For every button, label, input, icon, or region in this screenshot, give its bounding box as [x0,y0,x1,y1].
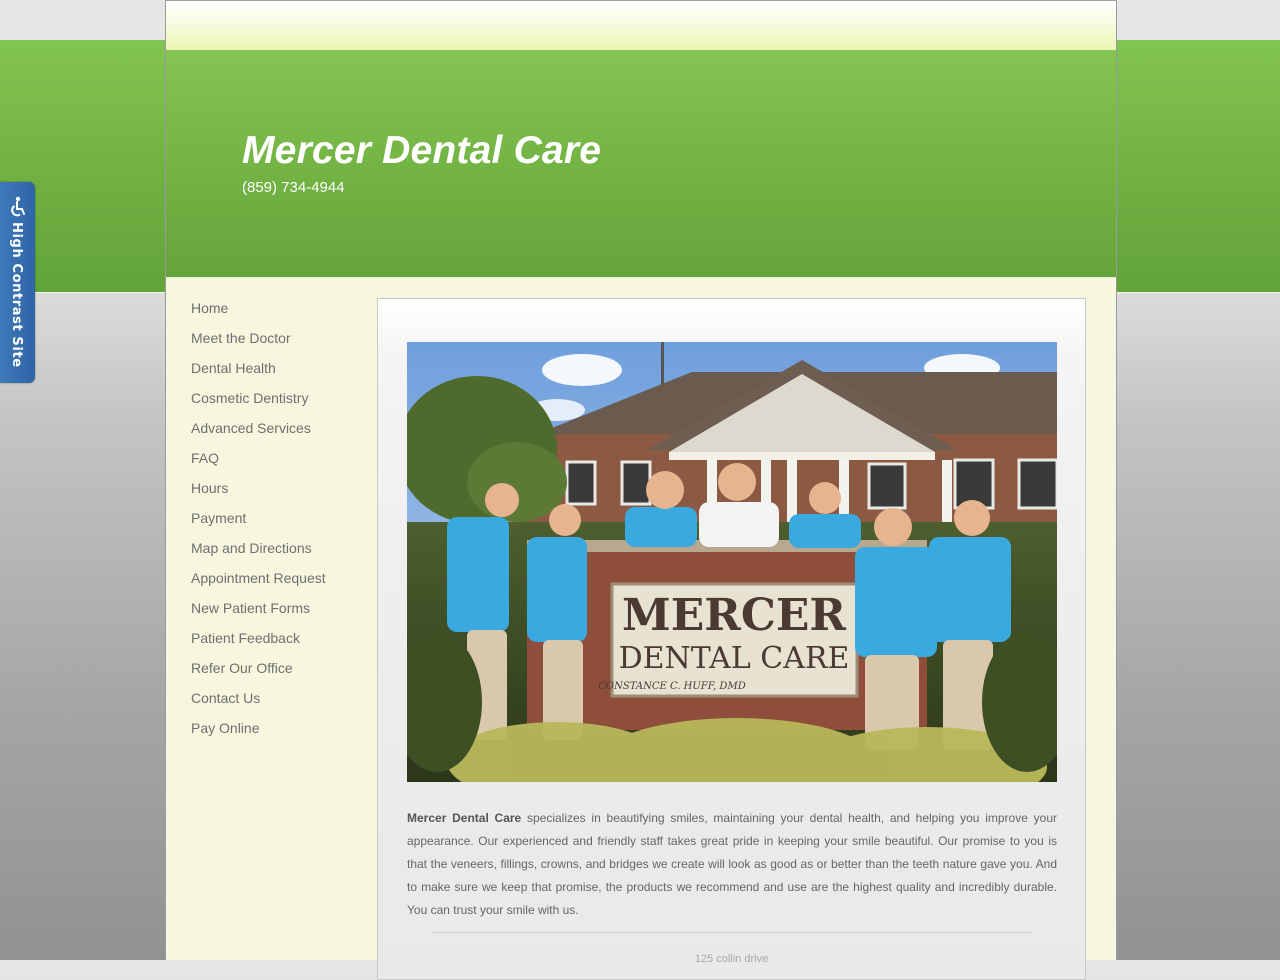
nav-link-new-patient-forms[interactable]: New Patient Forms [191,598,361,618]
sign-text-dental-care: DENTAL CARE [619,641,850,676]
nav-link-meet-the-doctor[interactable]: Meet the Doctor [191,328,361,348]
nav-item-faq: FAQ [191,448,361,478]
nav-link-cosmetic-dentistry[interactable]: Cosmetic Dentistry [191,388,361,408]
nav-link-hours[interactable]: Hours [191,478,361,498]
nav-item-payment: Payment [191,508,361,538]
wheelchair-icon [11,196,25,217]
nav-link-payment[interactable]: Payment [191,508,361,528]
nav-item-patient-feedback: Patient Feedback [191,628,361,658]
intro-lead: Mercer Dental Care [407,811,522,825]
page-container: Mercer Dental Care (859) 734-4944 Home M… [165,0,1117,980]
nav-item-appointment-request: Appointment Request [191,568,361,598]
site-header: Mercer Dental Care (859) 734-4944 [166,50,1116,278]
staff-photo-illustration: MERCER DENTAL CARE CONSTANCE C. HUFF, DM… [407,342,1057,782]
phone-number: (859) 734-4944 [242,179,345,196]
nav-link-faq[interactable]: FAQ [191,448,361,468]
nav-link-appointment-request[interactable]: Appointment Request [191,568,361,588]
sign-text-doctor: CONSTANCE C. HUFF, DMD [598,681,745,692]
main-navigation: Home Meet the Doctor Dental Health Cosme… [191,298,361,748]
header-top-bar [166,0,1116,51]
nav-item-refer-our-office: Refer Our Office [191,658,361,688]
intro-body: specializes in beautifying smiles, maint… [407,811,1057,917]
staff-photo: MERCER DENTAL CARE CONSTANCE C. HUFF, DM… [407,342,1057,782]
nav-link-contact-us[interactable]: Contact Us [191,688,361,708]
nav-item-pay-online: Pay Online [191,718,361,748]
nav-item-advanced-services: Advanced Services [191,418,361,448]
nav-item-cosmetic-dentistry: Cosmetic Dentistry [191,388,361,418]
nav-link-map-and-directions[interactable]: Map and Directions [191,538,361,558]
nav-link-dental-health[interactable]: Dental Health [191,358,361,378]
nav-item-new-patient-forms: New Patient Forms [191,598,361,628]
content-divider [431,932,1033,933]
main-content: MERCER DENTAL CARE CONSTANCE C. HUFF, DM… [377,298,1086,980]
nav-item-hours: Hours [191,478,361,508]
nav-item-meet-the-doctor: Meet the Doctor [191,328,361,358]
nav-item-dental-health: Dental Health [191,358,361,388]
sign-text-mercer: MERCER [622,590,846,641]
nav-link-home[interactable]: Home [191,298,361,318]
nav-item-home: Home [191,298,361,328]
nav-link-advanced-services[interactable]: Advanced Services [191,418,361,438]
nav-link-refer-our-office[interactable]: Refer Our Office [191,658,361,678]
nav-link-patient-feedback[interactable]: Patient Feedback [191,628,361,648]
high-contrast-toggle[interactable]: High Contrast Site [0,182,35,383]
high-contrast-label: High Contrast Site [9,222,24,368]
intro-paragraph: Mercer Dental Care specializes in beauti… [407,807,1057,922]
nav-item-map-and-directions: Map and Directions [191,538,361,568]
footer-address: 125 collin drive [694,953,769,965]
site-title[interactable]: Mercer Dental Care [242,129,601,173]
nav-link-pay-online[interactable]: Pay Online [191,718,361,738]
nav-item-contact-us: Contact Us [191,688,361,718]
